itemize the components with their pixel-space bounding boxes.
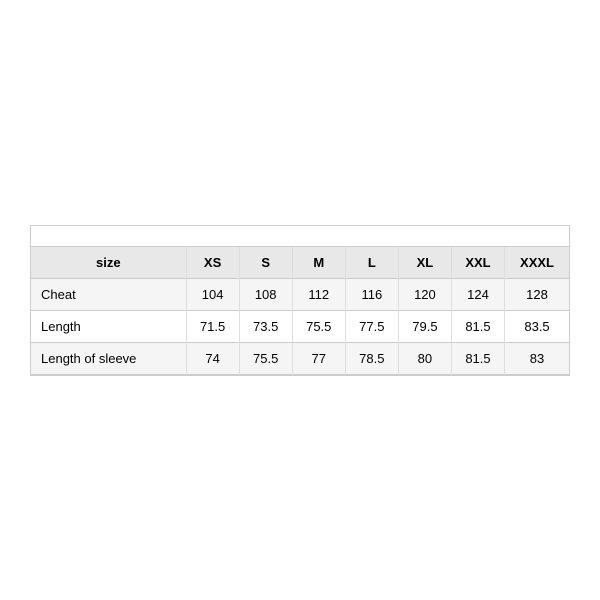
table-row: Length71.573.575.577.579.581.583.5 [31,310,569,342]
row-label-2: Length of sleeve [31,342,186,374]
header-s: S [239,247,292,279]
header-xs: XS [186,247,239,279]
cell-0-6: 128 [505,278,569,310]
cell-1-5: 81.5 [451,310,504,342]
header-size: size [31,247,186,279]
cell-0-1: 108 [239,278,292,310]
cell-1-3: 77.5 [345,310,398,342]
cell-0-5: 124 [451,278,504,310]
table-body: Cheat104108112116120124128Length71.573.5… [31,278,569,374]
cell-2-5: 81.5 [451,342,504,374]
cell-1-6: 83.5 [505,310,569,342]
size-chart-container: sizeXSSMLXLXXLXXXL Cheat1041081121161201… [30,225,570,376]
cell-2-3: 78.5 [345,342,398,374]
row-label-0: Cheat [31,278,186,310]
cell-0-0: 104 [186,278,239,310]
cell-1-0: 71.5 [186,310,239,342]
cell-2-4: 80 [398,342,451,374]
size-chart-table: sizeXSSMLXLXXLXXXL Cheat1041081121161201… [31,247,569,375]
row-label-1: Length [31,310,186,342]
table-header-row: sizeXSSMLXLXXLXXXL [31,247,569,279]
header-l: L [345,247,398,279]
header-xxxl: XXXL [505,247,569,279]
size-chart-title-row [31,226,569,247]
table-row: Length of sleeve7475.57778.58081.583 [31,342,569,374]
table-row: Cheat104108112116120124128 [31,278,569,310]
cell-2-0: 74 [186,342,239,374]
header-m: M [292,247,345,279]
cell-0-2: 112 [292,278,345,310]
cell-2-1: 75.5 [239,342,292,374]
cell-1-2: 75.5 [292,310,345,342]
header-xl: XL [398,247,451,279]
cell-0-4: 120 [398,278,451,310]
cell-2-2: 77 [292,342,345,374]
cell-1-4: 79.5 [398,310,451,342]
cell-1-1: 73.5 [239,310,292,342]
header-xxl: XXL [451,247,504,279]
cell-0-3: 116 [345,278,398,310]
cell-2-6: 83 [505,342,569,374]
